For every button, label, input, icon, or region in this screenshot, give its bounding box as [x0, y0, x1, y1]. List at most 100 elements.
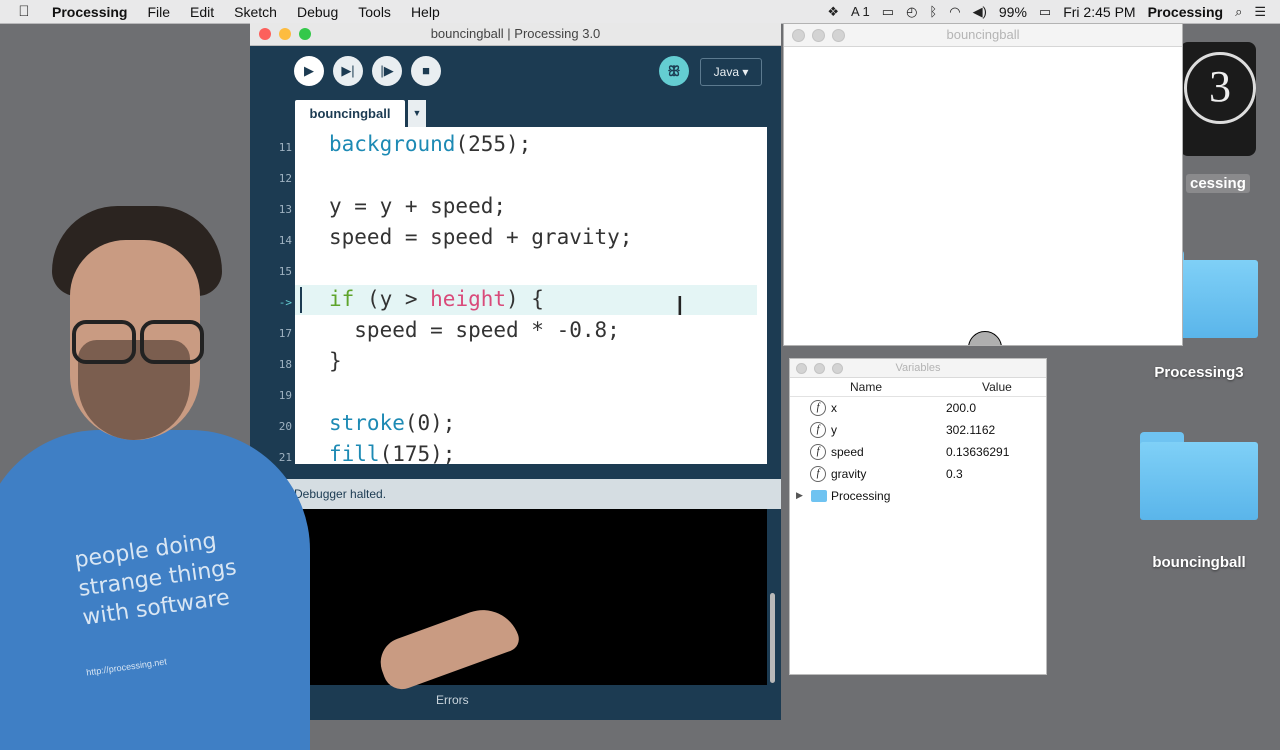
variables-table-header: Name Value	[790, 378, 1046, 397]
variable-row-processing[interactable]: ▶ Processing	[790, 485, 1046, 507]
minimize-window-button[interactable]	[279, 28, 291, 40]
time-machine-icon[interactable]: ◴	[906, 4, 917, 20]
folder-icon	[811, 490, 827, 502]
field-icon: f	[810, 466, 826, 482]
ibeam-cursor-icon: I	[676, 292, 684, 322]
ide-titlebar[interactable]: bouncingball | Processing 3.0	[250, 23, 781, 46]
variable-name: speed	[831, 445, 864, 459]
variables-window-title: Variables	[895, 362, 941, 374]
menu-file[interactable]: File	[137, 4, 180, 20]
airplay-icon[interactable]: ▭	[882, 4, 894, 20]
clock[interactable]: Fri 2:45 PM	[1063, 4, 1135, 20]
folder-label: bouncingball	[1152, 554, 1246, 571]
variable-row-x[interactable]: f x 200.0	[790, 397, 1046, 419]
desktop-folder-bouncingball[interactable]: bouncingball	[1140, 432, 1258, 571]
debugger-toggle-button[interactable]: ꕥ	[659, 56, 689, 86]
play-icon: ▶	[304, 63, 314, 78]
variable-value: 0.13636291	[946, 445, 1010, 459]
bouncing-ball	[968, 331, 1002, 345]
sketch-output-window[interactable]: bouncingball	[783, 23, 1183, 346]
menu-tools[interactable]: Tools	[348, 4, 401, 20]
close-window-button[interactable]	[796, 363, 807, 374]
menu-debug[interactable]: Debug	[287, 4, 348, 20]
continue-button[interactable]: |▶	[372, 56, 402, 86]
volume-icon[interactable]: ◀)	[973, 4, 987, 20]
folder-label: Processing3	[1154, 364, 1244, 381]
sketch-window-title: bouncingball	[946, 27, 1020, 42]
variable-name: gravity	[831, 467, 867, 481]
processing-app-label: cessing	[1186, 174, 1250, 193]
code-line-17[interactable]: speed = speed * -0.8;	[329, 316, 620, 344]
bluetooth-icon[interactable]: ᛒ	[929, 4, 937, 19]
close-window-button[interactable]	[792, 29, 805, 42]
mode-selector[interactable]: Java ▾	[700, 58, 762, 86]
code-line-21[interactable]: fill(175);	[329, 440, 455, 464]
processing-ide-window: bouncingball | Processing 3.0 ▶ ▶| |▶ ■ …	[250, 23, 781, 720]
console-output[interactable]	[295, 509, 767, 685]
tab-bouncingball[interactable]: bouncingball	[295, 100, 405, 127]
variables-titlebar[interactable]: Variables	[790, 359, 1046, 378]
menu-help[interactable]: Help	[401, 4, 450, 20]
battery-icon[interactable]: ▭	[1039, 4, 1051, 20]
variable-row-y[interactable]: f y 302.1162	[790, 419, 1046, 441]
minimize-window-button[interactable]	[812, 29, 825, 42]
processing-logo-icon: 3	[1184, 52, 1256, 124]
run-button[interactable]: ▶	[294, 56, 324, 86]
dropbox-icon[interactable]: ❖	[827, 4, 839, 20]
disclosure-triangle-icon[interactable]: ▶	[796, 490, 803, 501]
butterfly-icon: ꕥ	[667, 63, 681, 79]
column-header-value[interactable]: Value	[982, 380, 1012, 394]
zoom-window-button[interactable]	[299, 28, 311, 40]
continue-icon: |▶	[380, 63, 394, 78]
menu-sketch[interactable]: Sketch	[224, 4, 287, 20]
status-area: ❖ A 1 ▭ ◴ ᛒ ◠ ◀) 99% ▭ Fri 2:45 PM Proce…	[827, 4, 1280, 20]
stop-icon: ■	[422, 63, 430, 78]
stop-button[interactable]: ■	[411, 56, 441, 86]
menu-edit[interactable]: Edit	[180, 4, 224, 20]
variable-name: x	[831, 401, 837, 415]
sketch-titlebar[interactable]: bouncingball	[784, 24, 1182, 47]
line-number: 12	[278, 172, 292, 185]
variables-inspector-window: Variables Name Value f x 200.0 f y 302.1…	[789, 358, 1047, 675]
zoom-window-button[interactable]	[832, 29, 845, 42]
tab-menu-button[interactable]: ▼	[408, 100, 426, 127]
code-line-20[interactable]: stroke(0);	[329, 409, 455, 437]
console-scrollbar[interactable]	[770, 593, 775, 683]
step-icon: ▶|	[341, 63, 355, 78]
glasses-icon	[72, 320, 204, 364]
console-status-bar: Debugger halted.	[250, 479, 781, 509]
line-number: 11	[278, 141, 292, 154]
presenter	[0, 200, 320, 750]
errors-tab[interactable]: Errors	[436, 693, 469, 707]
close-window-button[interactable]	[259, 28, 271, 40]
zoom-window-button[interactable]	[832, 363, 843, 374]
code-line-18[interactable]: }	[329, 347, 342, 375]
errors-tab-bar: Errors	[250, 685, 781, 720]
ide-window-title: bouncingball | Processing 3.0	[430, 26, 601, 41]
wifi-icon[interactable]: ◠	[949, 4, 960, 20]
column-header-name[interactable]: Name	[850, 380, 882, 394]
adobe-icon[interactable]: A 1	[851, 4, 870, 19]
menu-bar:  Processing File Edit Sketch Debug Tool…	[0, 0, 1280, 24]
battery-percent[interactable]: 99%	[999, 4, 1027, 20]
step-button[interactable]: ▶|	[333, 56, 363, 86]
processing-app-icon[interactable]: 3	[1180, 42, 1256, 156]
folder-icon	[1140, 432, 1258, 520]
notification-center-icon[interactable]: ☰	[1254, 4, 1266, 20]
variable-row-speed[interactable]: f speed 0.13636291	[790, 441, 1046, 463]
apple-menu-icon[interactable]: 	[0, 3, 48, 20]
code-line-11[interactable]: background(255);	[329, 130, 531, 158]
code-line-16[interactable]: if (y > height) {	[329, 285, 544, 313]
variable-value: 200.0	[946, 401, 977, 415]
active-app-name: Processing	[1147, 3, 1224, 20]
code-line-13[interactable]: y = y + speed;	[329, 192, 506, 220]
triangle-down-icon: ▼	[412, 108, 422, 118]
variable-row-gravity[interactable]: f gravity 0.3	[790, 463, 1046, 485]
menu-app-processing[interactable]: Processing	[48, 4, 137, 20]
code-line-14[interactable]: speed = speed + gravity;	[329, 223, 632, 251]
minimize-window-button[interactable]	[814, 363, 825, 374]
field-icon: f	[810, 400, 826, 416]
code-editor[interactable]: background(255); y = y + speed; speed = …	[295, 127, 767, 464]
variable-name: Processing	[831, 489, 891, 503]
spotlight-search-icon[interactable]: ⌕	[1235, 4, 1242, 20]
